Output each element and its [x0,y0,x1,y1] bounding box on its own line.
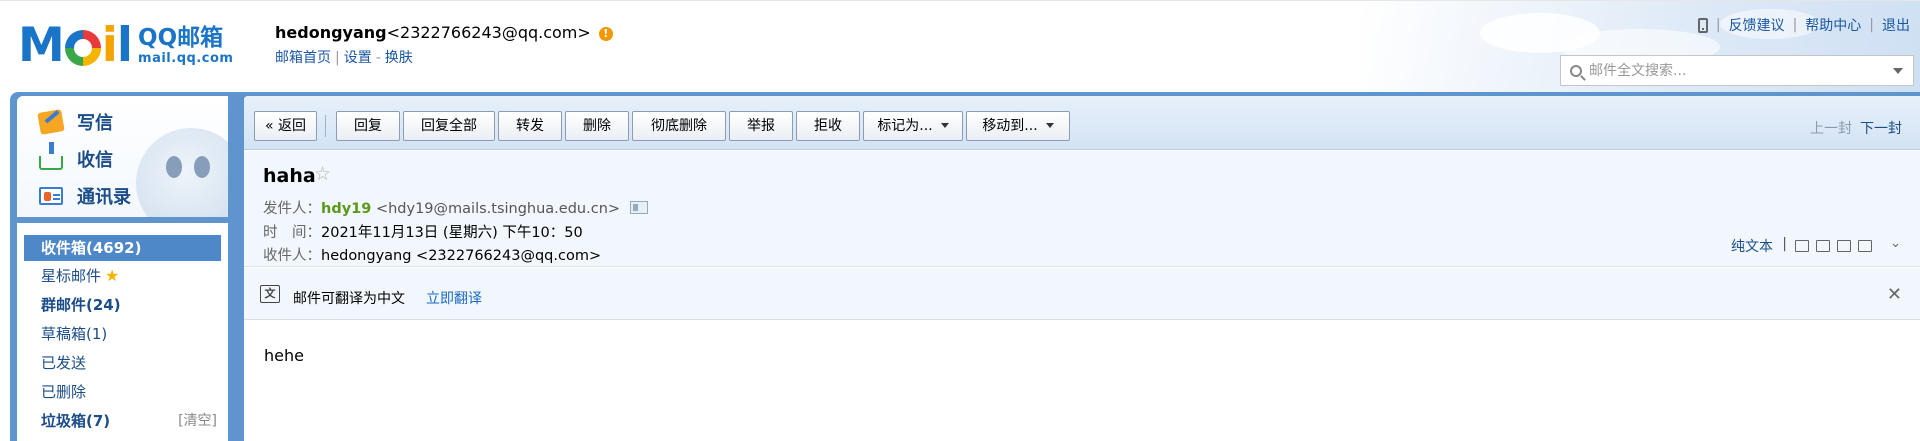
back-button[interactable]: « 返回 [254,111,317,141]
delete-forever-button[interactable]: 彻底删除 [632,111,726,141]
search-input[interactable] [1587,57,1893,84]
sender-address: <hdy19@mails.tsinghua.edu.cn> [375,201,621,217]
contact-card-icon[interactable] [630,201,649,214]
folder-inbox[interactable]: 收件箱(4692) [24,235,221,261]
mail-toolbar: « 返回 回复 回复全部 转发 删除 彻底删除 举报 拒收 标记为... 移动到… [244,96,1920,150]
qq-mail-page: Mil QQ邮箱 mail.qq.com hedongyang<23227662… [0,0,1920,441]
folder-deleted[interactable]: 已删除 [24,379,221,405]
folder-group-mail[interactable]: 群邮件(24) [24,292,221,318]
sent-time: 2021年11月13日 (星期六) 下午10：50 [321,225,583,241]
move-to-dropdown[interactable]: 移动到... [966,111,1070,141]
search-icon[interactable] [1570,64,1582,77]
mark-as-dropdown[interactable]: 标记为... [863,111,963,141]
folder-starred[interactable]: 星标邮件 ★ [24,263,221,289]
star-outline-icon[interactable]: ☆ [314,163,331,185]
logo-brand-text: QQ邮箱 [138,25,224,51]
mail-pager: 上一封 下一封 [1810,118,1902,138]
read-mail-panel: « 返回 回复 回复全部 转发 删除 彻底删除 举报 拒收 标记为... 移动到… [244,96,1920,441]
qq-penguin-watermark-icon [136,128,228,217]
expand-chevron-down-icon[interactable]: ⌄ [1890,236,1901,251]
translate-icon: 文 [260,285,280,303]
contacts-button[interactable]: 通讯录 [39,183,131,209]
recipient: hedongyang <2322766243@qq.com> [321,248,602,264]
search-box [1560,55,1914,86]
folder-drafts[interactable]: 草稿箱(1) [24,321,221,347]
check-mail-label: 收信 [77,150,113,171]
feedback-link[interactable]: 反馈建议 [1729,15,1785,35]
inbox-download-icon [39,142,63,170]
next-mail-link[interactable]: 下一封 [1860,121,1902,137]
contacts-label: 通讯录 [77,187,131,208]
folder-spam[interactable]: 垃圾箱(7) [清空] [24,408,221,434]
translate-now-link[interactable]: 立即翻译 [426,288,482,308]
mail-logo-mark: Mil [18,18,133,73]
translate-hint: 邮件可翻译为中文 [293,291,405,307]
folder-list: 收件箱(4692) 星标邮件 ★ 群邮件(24) 草稿箱(1) 已发送 已删除 垃… [17,223,228,441]
mail-body: hehe [264,346,304,365]
account-nickname: hedongyang [275,23,387,42]
chevron-down-icon [1045,123,1054,128]
empty-spam-link[interactable]: [清空] [178,408,217,434]
account-email: <2322766243@qq.com> [386,23,591,42]
star-icon: ★ [105,266,120,285]
help-center-link[interactable]: 帮助中心 [1805,15,1861,35]
save-icon[interactable] [1837,240,1851,252]
top-right-links: | 反馈建议 | 帮助中心 | 退出 [1697,15,1910,35]
contacts-icon [39,187,63,205]
logo-domain-text: mail.qq.com [138,51,234,66]
qq-mail-logo[interactable]: Mil QQ邮箱 mail.qq.com [18,21,233,71]
search-options-chevron-down-icon[interactable] [1893,67,1903,74]
account-info: hedongyang<2322766243@qq.com>! [275,23,613,42]
open-new-window-icon[interactable] [1795,240,1809,252]
account-links: 邮箱首页 | 设置 - 换肤 [275,50,413,66]
copy-icon[interactable] [1816,240,1830,252]
print-icon[interactable] [1858,240,1872,252]
reject-sender-button[interactable]: 拒收 [796,111,860,141]
check-mail-button[interactable]: 收信 [39,142,113,172]
plain-text-link[interactable]: 纯文本 [1731,236,1773,256]
mail-home-link[interactable]: 邮箱首页 [275,50,331,66]
toolbar-divider [325,115,326,137]
header-tool-icons [1795,240,1872,252]
compose-icon [37,109,65,135]
recipient-row: 收件人：hedongyang <2322766243@qq.com> [263,248,602,264]
warning-icon[interactable]: ! [598,27,613,41]
settings-link[interactable]: 设置 [344,50,372,66]
forward-button[interactable]: 转发 [498,111,562,141]
compose-label: 写信 [77,113,113,134]
compose-button[interactable]: 写信 [37,109,113,135]
reply-button[interactable]: 回复 [336,111,400,141]
delete-button[interactable]: 删除 [565,111,629,141]
sender-row: 发件人：hdy19 <hdy19@mails.tsinghua.edu.cn> [263,197,649,218]
chevron-down-icon [940,123,949,128]
close-icon[interactable]: ✕ [1887,284,1902,305]
previous-mail-link[interactable]: 上一封 [1810,121,1852,137]
logout-link[interactable]: 退出 [1882,15,1910,35]
mail-subject: haha [263,165,316,187]
translate-bar [244,268,1920,320]
top-header: Mil QQ邮箱 mail.qq.com hedongyang<23227662… [0,0,1920,93]
change-skin-link[interactable]: 换肤 [385,50,413,66]
sender-name[interactable]: hdy19 [321,201,371,217]
reply-all-button[interactable]: 回复全部 [403,111,495,141]
folder-sent[interactable]: 已发送 [24,350,221,376]
mobile-phone-icon[interactable] [1697,17,1708,33]
time-row: 时 间：2021年11月13日 (星期六) 下午10：50 [263,225,583,241]
sidebar-actions: 写信 收信 通讯录 [17,96,228,217]
report-button[interactable]: 举报 [729,111,793,141]
